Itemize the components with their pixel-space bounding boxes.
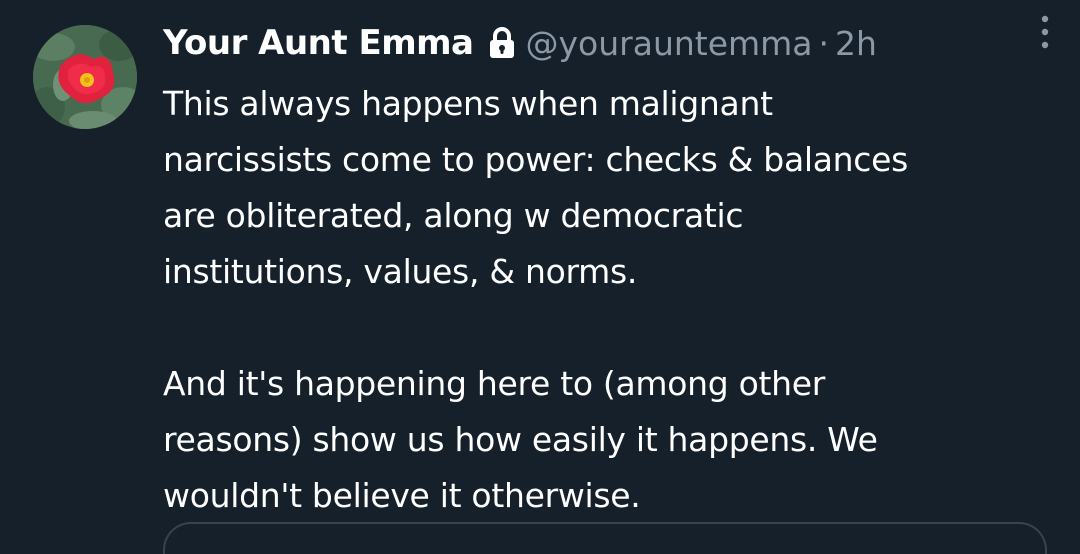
tweet-text-line: narcissists come to power: checks & bala… (163, 140, 909, 179)
avatar-rose-image (33, 25, 137, 129)
timestamp[interactable]: 2h (835, 24, 877, 63)
tweet-content: Your Aunt Emma @yourauntemma · 2h This a… (163, 16, 1058, 524)
display-name[interactable]: Your Aunt Emma (163, 23, 474, 63)
tweet[interactable]: Your Aunt Emma @yourauntemma · 2h This a… (0, 0, 1080, 554)
tweet-text-line: institutions, values, & norms. (163, 252, 638, 291)
more-vertical-icon[interactable] (1038, 12, 1052, 52)
tweet-header: Your Aunt Emma @yourauntemma · 2h (163, 16, 1058, 70)
avatar[interactable] (33, 25, 137, 129)
tweet-text-line: This always happens when malignant (163, 84, 773, 123)
tweet-paragraph: And it's happening here to (among other … (163, 356, 1058, 524)
lock-icon (488, 27, 516, 59)
embedded-card-edge[interactable] (163, 522, 1047, 554)
user-handle[interactable]: @yourauntemma (526, 24, 813, 63)
tweet-text: This always happens when malignant narci… (163, 76, 1058, 524)
separator-dot: · (818, 23, 830, 63)
tweet-text-line: are obliterated, along w democratic (163, 196, 744, 235)
tweet-text-line: And it's happening here to (among other (163, 364, 826, 403)
tweet-text-line: wouldn't believe it otherwise. (163, 476, 641, 515)
tweet-paragraph: This always happens when malignant narci… (163, 76, 1058, 300)
tweet-text-line: reasons) show us how easily it happens. … (163, 420, 878, 459)
